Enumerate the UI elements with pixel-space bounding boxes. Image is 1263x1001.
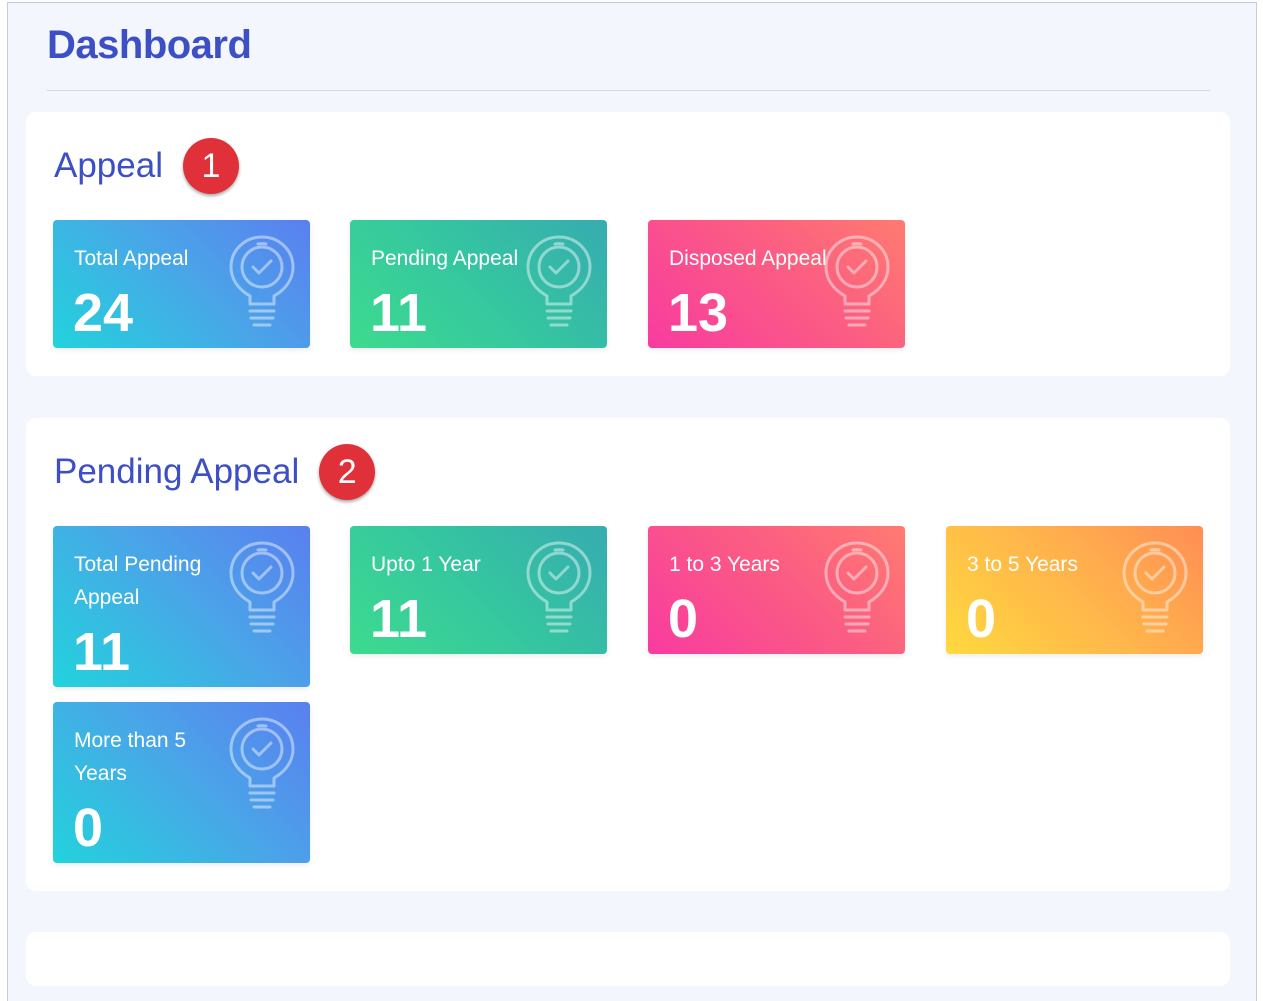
card-label: 3 to 5 Years [967, 553, 1078, 576]
3-to-5-years-card[interactable]: 3 to 5 Years 0 [946, 526, 1203, 654]
more-than-5-years-card[interactable]: More than 5 Years 0 [53, 702, 310, 863]
lightbulb-check-icon [823, 540, 891, 640]
total-appeal-card[interactable]: Total Appeal 24 [53, 220, 310, 348]
card-label: Disposed Appeal [669, 247, 827, 270]
dashboard-frame: Dashboard Appeal 1 Total Appeal 24 Pendi… [7, 2, 1257, 1001]
lightbulb-check-icon [823, 234, 891, 334]
pending-appeal-panel: Pending Appeal 2 Total Pending Appeal 11… [26, 418, 1230, 891]
appeal-section-header: Appeal 1 [54, 138, 239, 194]
total-pending-appeal-card[interactable]: Total Pending Appeal 11 [53, 526, 310, 687]
empty-panel [26, 932, 1230, 986]
lightbulb-check-icon [228, 234, 296, 334]
lightbulb-check-icon [525, 234, 593, 334]
pending-step-badge: 2 [319, 444, 376, 500]
pending-section-title: Pending Appeal [54, 452, 300, 491]
card-value: 0 [966, 589, 997, 649]
card-value: 11 [370, 283, 428, 343]
lightbulb-check-icon [228, 540, 296, 640]
lightbulb-check-icon [1121, 540, 1189, 640]
appeal-step-badge: 1 [182, 138, 239, 194]
disposed-appeal-card[interactable]: Disposed Appeal 13 [648, 220, 905, 348]
page-title: Dashboard [47, 23, 252, 67]
1-to-3-years-card[interactable]: 1 to 3 Years 0 [648, 526, 905, 654]
pending-appeal-card[interactable]: Pending Appeal 11 [350, 220, 607, 348]
card-label: Total Pending Appeal [74, 553, 202, 609]
upto-1-year-card[interactable]: Upto 1 Year 11 [350, 526, 607, 654]
card-label: Total Appeal [74, 247, 189, 270]
card-value: 24 [73, 283, 134, 343]
pending-section-header: Pending Appeal 2 [54, 444, 376, 500]
card-label: Pending Appeal [371, 247, 519, 270]
card-value: 0 [73, 798, 104, 858]
card-value: 0 [668, 589, 699, 649]
title-divider [47, 90, 1210, 91]
card-label: Upto 1 Year [371, 553, 481, 576]
appeal-panel: Appeal 1 Total Appeal 24 Pending Appeal … [26, 112, 1230, 376]
lightbulb-check-icon [525, 540, 593, 640]
lightbulb-check-icon [228, 716, 296, 816]
card-value: 11 [370, 589, 428, 649]
card-value: 11 [73, 622, 131, 682]
card-label: More than 5 Years [74, 729, 187, 785]
appeal-section-title: Appeal [54, 146, 163, 185]
card-value: 13 [668, 283, 729, 343]
card-label: 1 to 3 Years [669, 553, 780, 576]
